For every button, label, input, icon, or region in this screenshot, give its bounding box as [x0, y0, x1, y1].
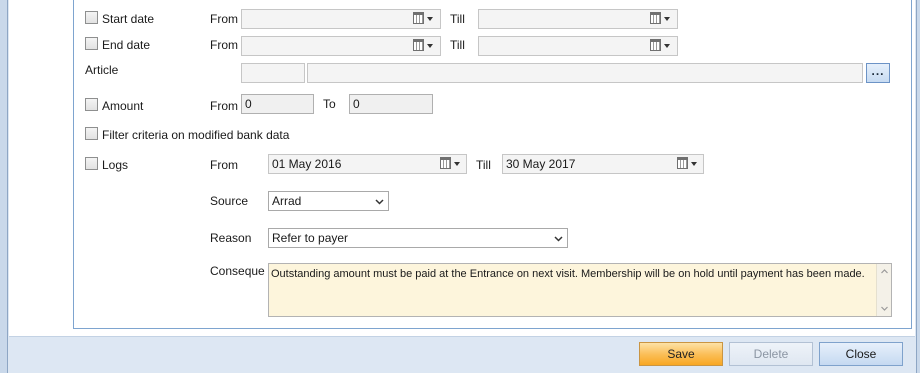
- calendar-icon: [650, 39, 661, 51]
- source-label: Source: [210, 194, 249, 208]
- source-select[interactable]: Arrad: [268, 191, 389, 211]
- scroll-up-icon[interactable]: [881, 268, 888, 275]
- article-browse-button[interactable]: ...: [866, 63, 890, 83]
- window-frame-right: [916, 0, 920, 373]
- start-date-from-calendar-button[interactable]: [410, 10, 436, 28]
- article-label: Article: [85, 63, 119, 77]
- dropdown-caret-icon: [427, 44, 433, 48]
- consequence-scrollbar[interactable]: [876, 264, 891, 316]
- end-date-from-label: From: [210, 38, 238, 52]
- chevron-down-icon: [554, 236, 563, 242]
- dropdown-caret-icon: [427, 17, 433, 21]
- amount-from-field[interactable]: 0: [241, 94, 314, 114]
- dropdown-caret-icon: [664, 44, 670, 48]
- start-date-label: Start date: [102, 12, 155, 26]
- calendar-icon: [413, 39, 424, 51]
- modified-bank-data-label: Filter criteria on modified bank data: [102, 128, 290, 142]
- calendar-icon: [440, 157, 451, 169]
- modified-bank-data-checkbox[interactable]: [85, 127, 98, 140]
- reason-label: Reason: [210, 231, 252, 245]
- amount-checkbox[interactable]: [85, 98, 98, 111]
- delete-button[interactable]: Delete: [729, 342, 813, 366]
- calendar-icon: [650, 12, 661, 24]
- source-select-value: Arrad: [272, 194, 302, 208]
- start-date-checkbox[interactable]: [85, 11, 98, 24]
- logs-from-calendar-button[interactable]: [437, 155, 463, 173]
- consequence-label: Conseque: [210, 264, 265, 278]
- amount-from-label: From: [210, 99, 238, 113]
- reason-select-value: Refer to payer: [272, 231, 349, 245]
- calendar-icon: [677, 157, 688, 169]
- filter-panel: Start date From Till End date From Till …: [9, 0, 915, 336]
- dropdown-caret-icon: [454, 162, 460, 166]
- window-frame-left: [0, 0, 8, 373]
- logs-from-label: From: [210, 158, 238, 172]
- end-date-till-label: Till: [450, 38, 465, 52]
- logs-till-calendar-button[interactable]: [674, 155, 700, 173]
- amount-label: Amount: [102, 99, 144, 113]
- chevron-down-icon: [375, 199, 384, 205]
- amount-to-label: To: [323, 97, 336, 111]
- start-date-till-label: Till: [450, 12, 465, 26]
- end-date-checkbox[interactable]: [85, 37, 98, 50]
- calendar-icon: [413, 12, 424, 24]
- start-date-from-label: From: [210, 12, 238, 26]
- logs-label: Logs: [102, 158, 129, 172]
- end-date-label: End date: [102, 38, 151, 52]
- end-date-till-calendar-button[interactable]: [647, 37, 673, 55]
- dropdown-caret-icon: [691, 162, 697, 166]
- consequence-text: Outstanding amount must be paid at the E…: [271, 268, 865, 280]
- article-name-field[interactable]: [307, 63, 863, 83]
- dropdown-caret-icon: [664, 17, 670, 21]
- close-button[interactable]: Close: [819, 342, 903, 366]
- scroll-down-icon[interactable]: [881, 305, 888, 312]
- logs-checkbox[interactable]: [85, 157, 98, 170]
- article-code-field[interactable]: [241, 63, 305, 83]
- amount-to-field[interactable]: 0: [349, 94, 433, 114]
- logs-till-label: Till: [476, 158, 491, 172]
- start-date-till-calendar-button[interactable]: [647, 10, 673, 28]
- consequence-memo[interactable]: Outstanding amount must be paid at the E…: [268, 263, 892, 317]
- reason-select[interactable]: Refer to payer: [268, 228, 568, 248]
- save-button[interactable]: Save: [639, 342, 723, 366]
- end-date-from-calendar-button[interactable]: [410, 37, 436, 55]
